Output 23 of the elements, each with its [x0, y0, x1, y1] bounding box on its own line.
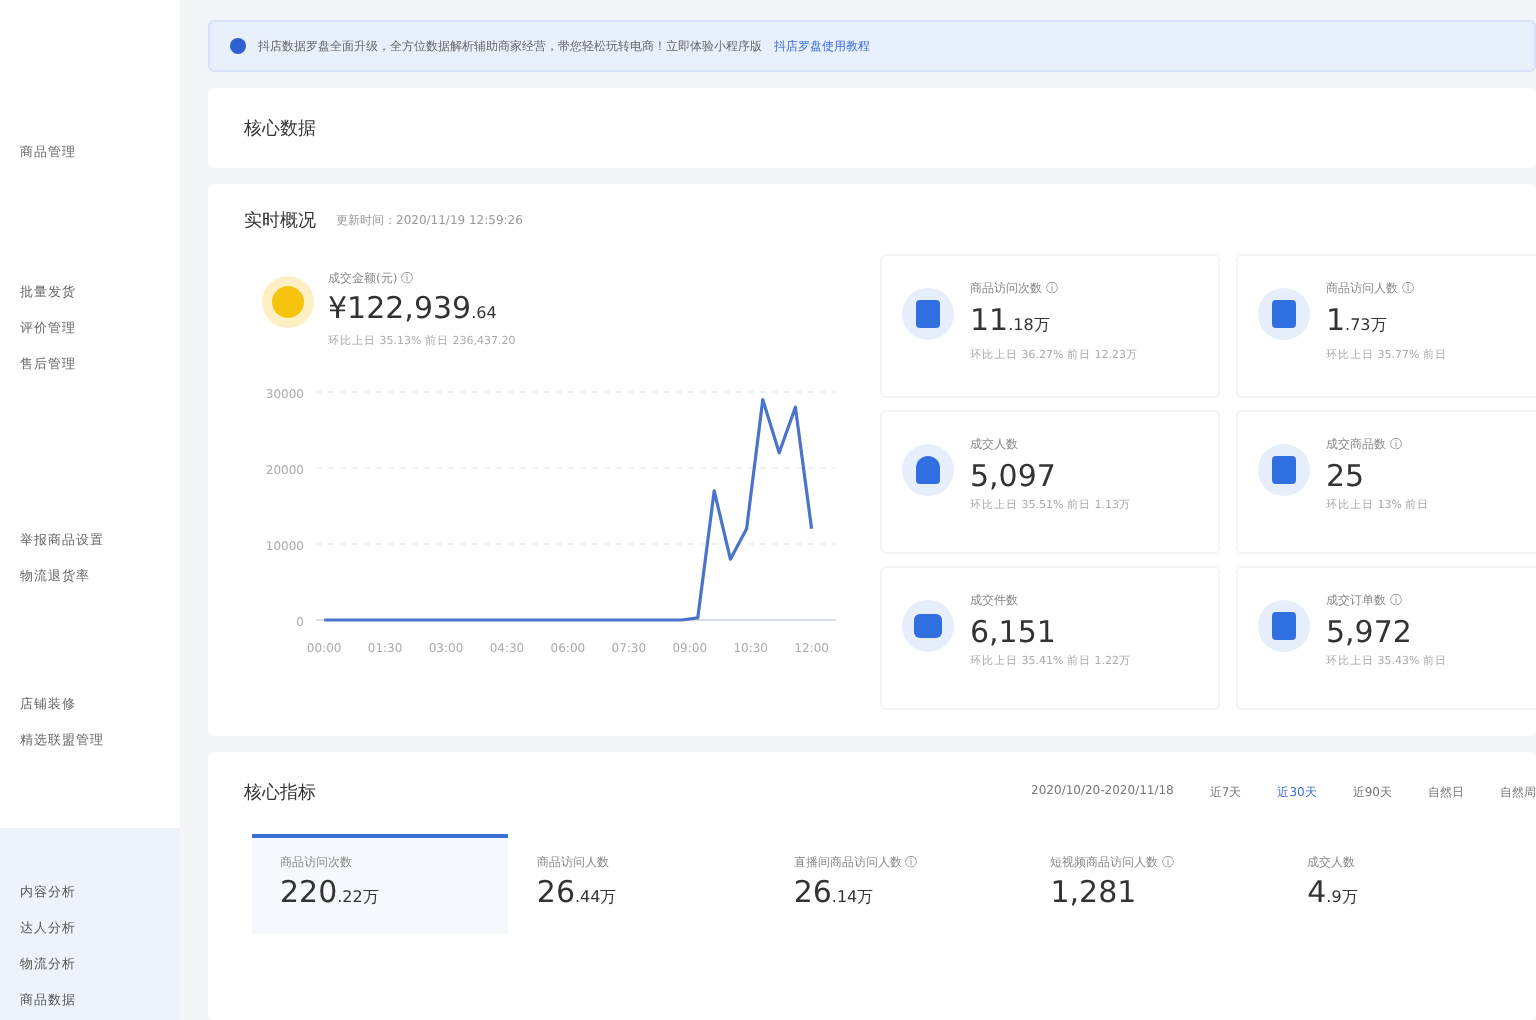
person-icon — [916, 456, 940, 484]
metric-value: 11.18万 — [970, 300, 1052, 342]
section-title: 核心指标 — [244, 781, 316, 806]
metric-value: 5,097 — [970, 456, 1058, 496]
metric-value: 26.44万 — [536, 872, 619, 914]
metric-value: 25 — [1326, 456, 1367, 496]
bag-icon — [914, 614, 942, 638]
metric-value: 220.22万 — [280, 872, 381, 914]
metric-value: 5,972 — [1326, 612, 1414, 652]
sun-icon — [272, 286, 304, 318]
metric-value: ¥122,939.64 — [328, 288, 499, 330]
section-title: 核心数据 — [244, 117, 316, 141]
section-title: 实时概况 — [244, 209, 316, 234]
metric-value: 6,151 — [970, 612, 1058, 652]
document-icon — [1272, 456, 1296, 484]
metric-value: 1,281 — [1050, 872, 1139, 912]
document-icon — [1272, 300, 1296, 328]
document-icon — [916, 300, 940, 328]
metric-value: 1.73万 — [1326, 300, 1389, 342]
info-icon — [230, 38, 246, 54]
metric-value: 26.14万 — [793, 872, 876, 914]
metric-value: 4.9万 — [1307, 872, 1360, 914]
document-icon — [1272, 612, 1296, 640]
